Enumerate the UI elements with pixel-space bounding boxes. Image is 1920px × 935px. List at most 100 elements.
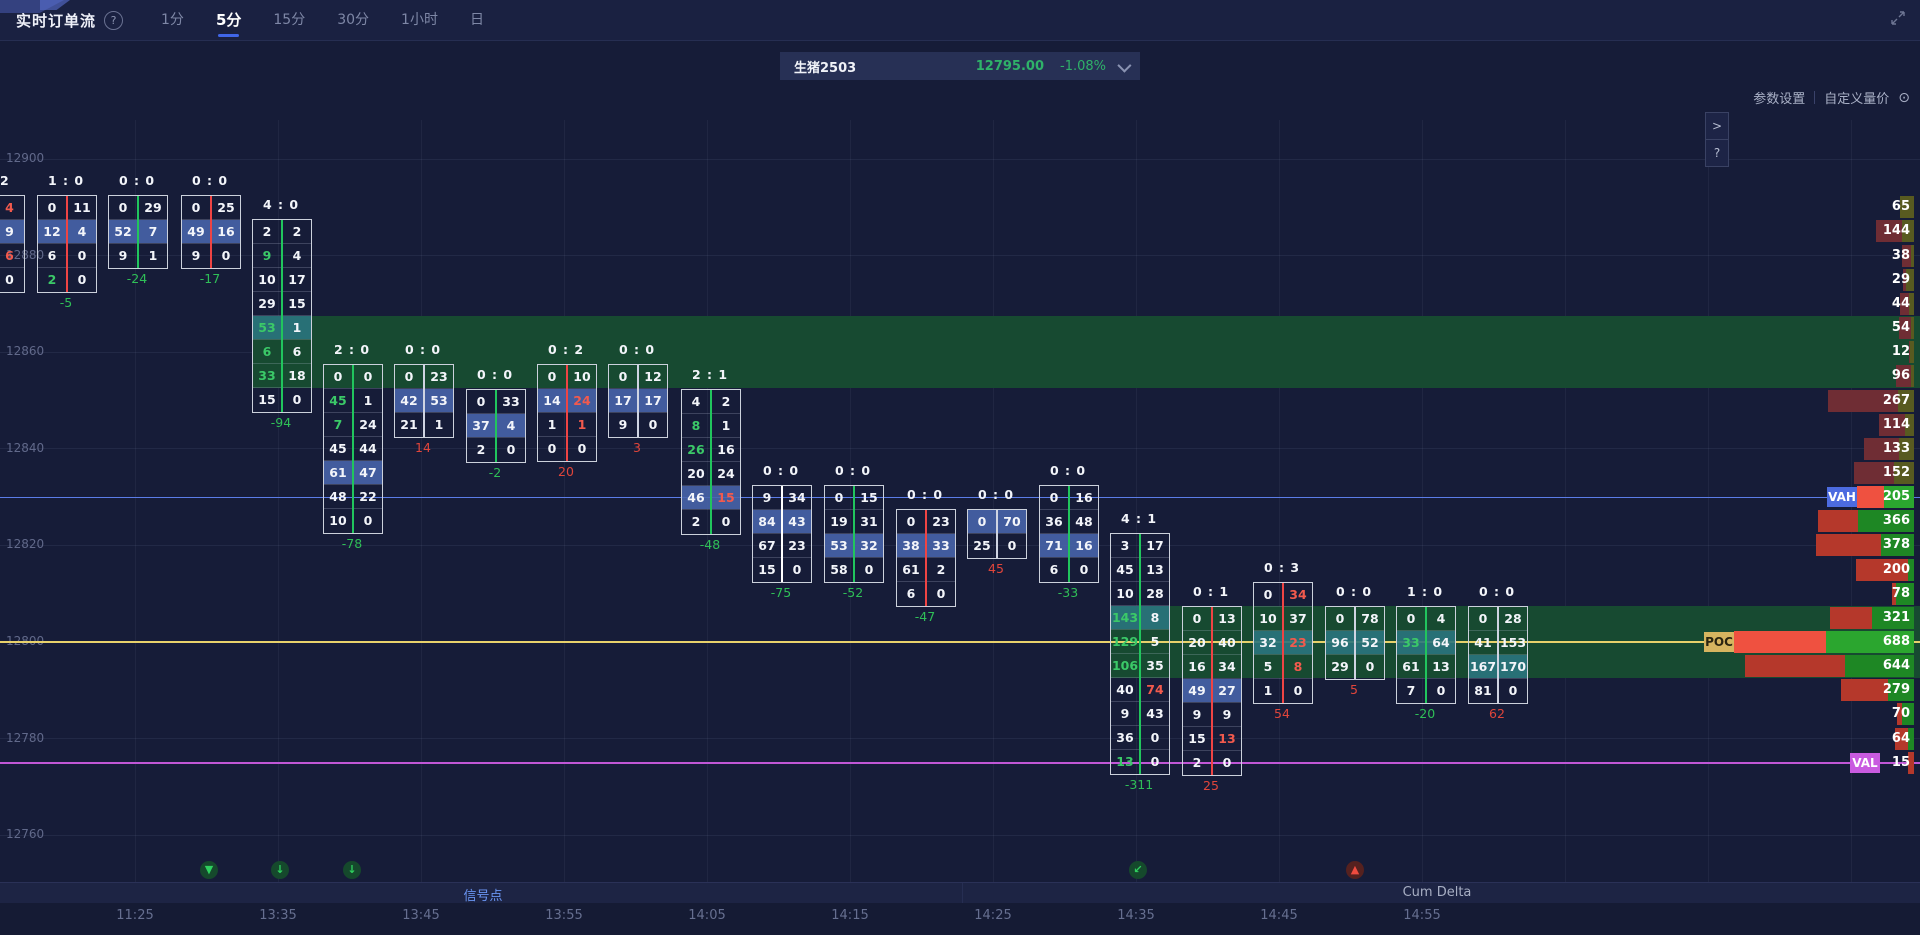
bid-volume: 36 (1040, 510, 1068, 534)
ask-volume: 33 (497, 390, 525, 414)
bid-volume: 26 (682, 438, 710, 462)
bid-volume: 41 (1469, 631, 1497, 655)
param-settings-link[interactable]: 参数设置 (1753, 88, 1805, 107)
tab-5min[interactable]: 5分 (216, 0, 241, 40)
delta-label: 3 (597, 440, 677, 455)
time-gridline (564, 120, 565, 903)
bid-volume: 3 (1111, 534, 1139, 558)
time-axis-label: 14:05 (688, 908, 725, 923)
time-gridline (1422, 120, 1423, 903)
ask-volume: 31 (855, 510, 883, 534)
footprint-center-line (1211, 607, 1213, 775)
ask-volume: 15 (712, 486, 740, 510)
gear-icon[interactable]: ⊙ (1898, 90, 1910, 106)
tab-1hour[interactable]: 1小时 (401, 0, 438, 40)
instrument-selector[interactable]: 生猪2503 12795.00 -1.08% (780, 52, 1140, 80)
price-gridline (0, 738, 1920, 739)
profile-value: 200 (1883, 559, 1910, 581)
profile-sell-bar (1830, 607, 1872, 629)
ask-volume: 16 (712, 438, 740, 462)
bid-volume: 36 (1111, 726, 1139, 750)
tab-1min[interactable]: 1分 (161, 0, 184, 40)
price-gridline (0, 835, 1920, 836)
signal-arrow-down-left-icon[interactable]: ↙ (1129, 861, 1147, 879)
tab-30min[interactable]: 30分 (337, 0, 369, 40)
delta-label: -48 (670, 537, 750, 552)
help-icon[interactable]: ? (104, 11, 123, 30)
bid-volume: 33 (1397, 631, 1425, 655)
ask-volume: 0 (1427, 679, 1455, 703)
bid-volume: 0 (38, 196, 66, 220)
bid-volume: 9 (253, 244, 281, 268)
ask-volume: 53 (425, 389, 453, 413)
custom-volume-link[interactable]: 自定义量价 (1824, 88, 1889, 107)
footprint-column: 01320401634492799151320 (1182, 606, 1242, 776)
panel-help-button[interactable]: ? (1705, 140, 1729, 167)
bid-volume: 6 (253, 340, 281, 364)
profile-value: 12 (1892, 341, 1910, 363)
footprint-column: 023383361260 (896, 509, 956, 607)
ask-volume: 23 (927, 510, 955, 534)
bid-volume: 4 (682, 390, 710, 414)
signal-pane-label[interactable]: 信号点 (463, 885, 502, 904)
signal-triangle-up-icon[interactable]: ▲ (1346, 861, 1364, 879)
profile-value: 96 (1892, 365, 1910, 387)
bid-volume: 84 (753, 510, 781, 534)
ask-volume: 35 (1141, 654, 1169, 678)
fullscreen-icon[interactable] (1890, 10, 1906, 30)
signal-triangle-down-icon[interactable]: ▼ (200, 861, 218, 879)
profile-value: 70 (1892, 703, 1910, 725)
ask-volume: 34 (783, 486, 811, 510)
ask-volume: 43 (783, 510, 811, 534)
ask-volume: 4 (0, 196, 24, 220)
profile-sell-bar (1816, 534, 1881, 556)
bid-volume: 0 (1469, 607, 1497, 631)
tab-day[interactable]: 日 (470, 0, 484, 40)
profile-value: 321 (1883, 607, 1910, 629)
ask-volume: 0 (1284, 679, 1312, 703)
footprint-center-line (710, 390, 712, 534)
signal-arrow-down-icon[interactable]: ↓ (271, 861, 289, 879)
bid-volume: 81 (1469, 679, 1497, 703)
ask-volume: 11 (68, 196, 96, 220)
cumdelta-pane-label[interactable]: Cum Delta (1403, 885, 1472, 900)
signal-pane: 信号点 Cum Delta (0, 882, 1920, 905)
bid-volume: 0 (1254, 583, 1282, 607)
signal-arrow-down-icon[interactable]: ↓ (343, 861, 361, 879)
ask-volume: 40 (1213, 631, 1241, 655)
collapse-panel-button[interactable]: > (1705, 112, 1729, 140)
bid-volume: 0 (825, 486, 853, 510)
footprint-center-line (996, 510, 998, 558)
bid-volume: 38 (897, 534, 925, 558)
ask-volume: 1 (139, 244, 167, 268)
footprint-chart[interactable]: 1290012880128601284012820128001278012760… (0, 0, 1920, 935)
bid-volume: 10 (324, 509, 352, 533)
profile-sell-bar (1745, 655, 1845, 677)
price-gridline (0, 159, 1920, 160)
ask-volume: 4 (1427, 607, 1455, 631)
bid-volume: 52 (109, 220, 137, 244)
profile-value: 644 (1883, 655, 1910, 677)
ask-volume: 18 (283, 364, 311, 388)
ask-volume: 32 (855, 534, 883, 558)
time-gridline (1279, 120, 1280, 903)
profile-value: 64 (1892, 728, 1910, 750)
ask-volume: 0 (1141, 750, 1169, 774)
ask-volume: 0 (855, 558, 883, 582)
bid-volume: 13 (1111, 750, 1139, 774)
footprint-column: 03337420 (466, 389, 526, 463)
bid-volume: 17 (609, 389, 637, 413)
footprint-column: 229410172915531663318150 (252, 219, 312, 413)
bid-volume: 32 (1254, 631, 1282, 655)
footprint-center-line (137, 196, 139, 268)
bid-volume: 15 (753, 558, 781, 582)
time-axis-label: 13:55 (545, 908, 582, 923)
time-gridline (1708, 120, 1709, 903)
profile-value: 144 (1883, 220, 1910, 242)
footprint-center-line (1425, 607, 1427, 703)
ask-volume: 27 (1213, 679, 1241, 703)
bid-volume: 16 (1183, 655, 1211, 679)
tab-15min[interactable]: 15分 (273, 0, 305, 40)
footprint-header: 0 : 1 (1166, 584, 1256, 599)
ask-volume: 34 (1213, 655, 1241, 679)
